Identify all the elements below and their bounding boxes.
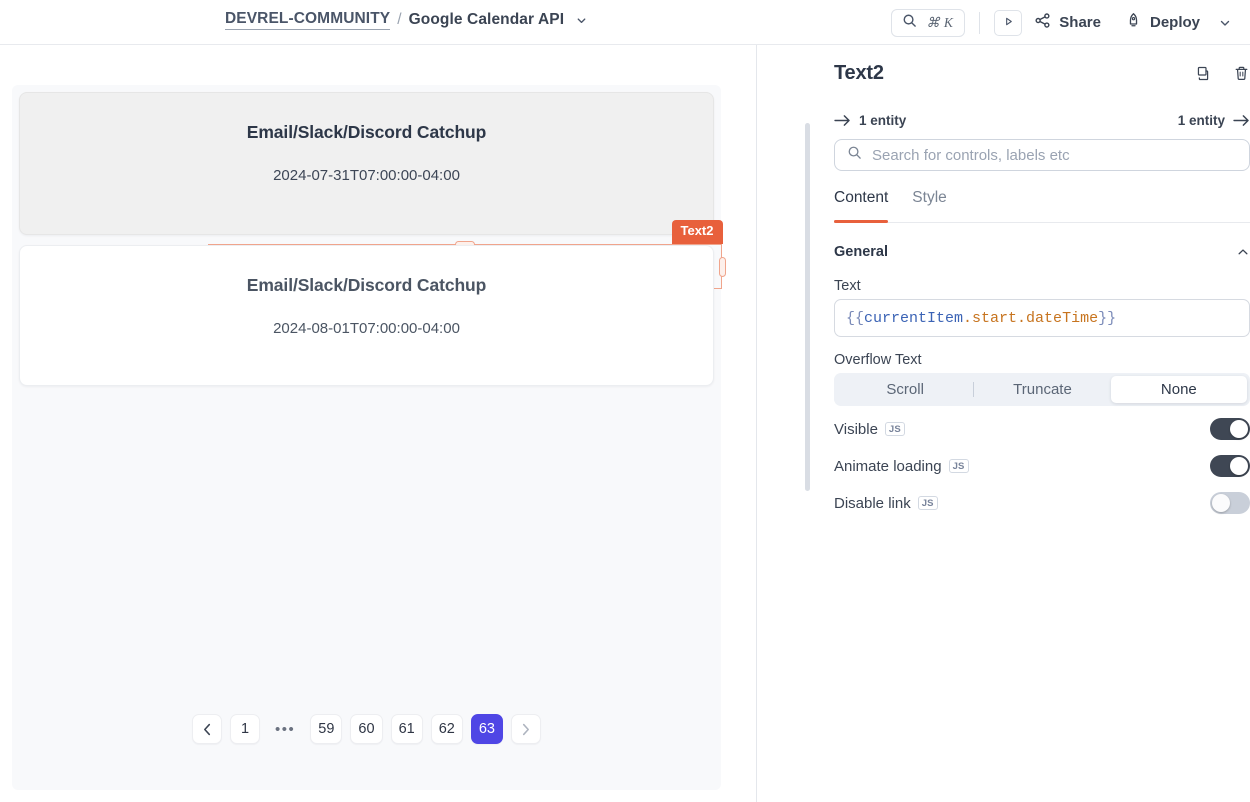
- animate-loading-toggle[interactable]: [1210, 455, 1250, 477]
- pagination-page-1[interactable]: 1: [230, 714, 260, 744]
- pagination-ellipsis: •••: [268, 714, 302, 744]
- incoming-entities-link[interactable]: 1 entity: [834, 113, 906, 128]
- search-button[interactable]: ⌘ K: [891, 9, 965, 37]
- pagination: 1 ••• 59 60 61 62 63: [12, 714, 721, 744]
- panel-scrollbar[interactable]: [805, 123, 810, 491]
- code-path: .start.dateTime: [963, 310, 1098, 327]
- list-item-title: Email/Slack/Discord Catchup: [20, 275, 713, 296]
- toggle-knob: [1230, 420, 1248, 438]
- disable-link-toggle[interactable]: [1210, 492, 1250, 514]
- resize-handle-right[interactable]: [719, 257, 726, 277]
- toolbar-divider: [979, 12, 980, 34]
- visible-label: Visible: [834, 421, 878, 438]
- visible-toggle-row: Visible JS: [834, 415, 1250, 443]
- play-icon: [1003, 14, 1014, 32]
- panel-title: Text2: [834, 62, 884, 85]
- entity-links-row: 1 entity 1 entity: [834, 107, 1250, 133]
- toggle-knob: [1212, 494, 1230, 512]
- top-bar-actions: ⌘ K Share: [891, 0, 1242, 45]
- overflow-option-truncate[interactable]: Truncate: [974, 376, 1110, 403]
- text-code-input[interactable]: {{currentItem.start.dateTime}}: [834, 299, 1250, 337]
- search-input[interactable]: [872, 147, 1237, 164]
- toggle-knob: [1230, 457, 1248, 475]
- tab-style[interactable]: Style: [912, 189, 946, 222]
- search-icon: [902, 13, 917, 33]
- pagination-page-62[interactable]: 62: [431, 714, 463, 744]
- breadcrumb-separator: /: [397, 11, 401, 29]
- overflow-text-label: Overflow Text: [834, 352, 1250, 368]
- text-field-label: Text: [834, 278, 1250, 294]
- animate-loading-toggle-row: Animate loading JS: [834, 452, 1250, 480]
- search-shortcut-label: ⌘ K: [926, 15, 953, 31]
- app-canvas[interactable]: Email/Slack/Discord Catchup 2024-07-31T0…: [0, 45, 757, 802]
- js-badge[interactable]: JS: [918, 496, 938, 510]
- incoming-entities-label: 1 entity: [859, 113, 906, 128]
- share-label: Share: [1059, 14, 1101, 31]
- panel-search-box[interactable]: [834, 139, 1250, 171]
- overflow-option-none[interactable]: None: [1111, 376, 1247, 403]
- share-button[interactable]: Share: [1022, 8, 1113, 38]
- code-close-brace: }}: [1098, 310, 1116, 327]
- list-item-subtitle: 2024-08-01T07:00:00-04:00: [20, 320, 713, 337]
- code-open-brace: {{: [846, 310, 864, 327]
- section-title: General: [834, 244, 888, 260]
- chevron-down-icon[interactable]: [575, 14, 588, 27]
- js-badge[interactable]: JS: [949, 459, 969, 473]
- pagination-next-button[interactable]: [511, 714, 541, 744]
- trash-icon[interactable]: [1233, 65, 1250, 82]
- overflow-option-scroll[interactable]: Scroll: [837, 376, 973, 403]
- search-icon: [847, 145, 862, 165]
- pagination-page-63-active[interactable]: 63: [471, 714, 503, 744]
- deploy-options-caret[interactable]: [1212, 16, 1242, 30]
- section-header-general[interactable]: General: [834, 242, 1250, 262]
- list-item-title: Email/Slack/Discord Catchup: [20, 122, 713, 143]
- deploy-label: Deploy: [1150, 14, 1200, 31]
- breadcrumb-app-name[interactable]: Google Calendar API: [409, 11, 565, 29]
- panel-header: Text2: [834, 45, 1250, 97]
- property-inspector-panel: Text2: [758, 45, 1250, 802]
- pagination-page-59[interactable]: 59: [310, 714, 342, 744]
- disable-link-label: Disable link: [834, 495, 911, 512]
- share-nodes-icon: [1034, 12, 1051, 33]
- list-item[interactable]: Email/Slack/Discord Catchup 2024-08-01T0…: [19, 245, 714, 386]
- chevron-up-icon[interactable]: [1236, 245, 1250, 259]
- list-item-subtitle: 2024-07-31T07:00:00-04:00: [20, 167, 713, 184]
- panel-tabs: Content Style: [834, 189, 1250, 223]
- pagination-page-61[interactable]: 61: [391, 714, 423, 744]
- js-badge[interactable]: JS: [885, 422, 905, 436]
- list-item[interactable]: Email/Slack/Discord Catchup 2024-07-31T0…: [19, 92, 714, 235]
- tab-content[interactable]: Content: [834, 189, 888, 222]
- disable-link-toggle-row: Disable link JS: [834, 489, 1250, 517]
- outgoing-entities-label: 1 entity: [1178, 113, 1225, 128]
- top-bar: DEVREL-COMMUNITY / Google Calendar API ⌘…: [0, 0, 1250, 45]
- overflow-text-segmented-control: Scroll Truncate None: [834, 373, 1250, 406]
- pagination-page-60[interactable]: 60: [350, 714, 382, 744]
- rocket-icon: [1125, 12, 1142, 33]
- list-widget[interactable]: Email/Slack/Discord Catchup 2024-07-31T0…: [12, 85, 721, 790]
- deploy-button[interactable]: Deploy: [1113, 8, 1212, 38]
- code-variable: currentItem: [864, 310, 963, 327]
- breadcrumb-org-link[interactable]: DEVREL-COMMUNITY: [225, 10, 390, 30]
- pagination-prev-button[interactable]: [192, 714, 222, 744]
- preview-play-button[interactable]: [994, 10, 1022, 36]
- visible-toggle[interactable]: [1210, 418, 1250, 440]
- outgoing-entities-link[interactable]: 1 entity: [1178, 113, 1250, 128]
- breadcrumb: DEVREL-COMMUNITY / Google Calendar API: [225, 10, 588, 30]
- duplicate-icon[interactable]: [1194, 65, 1211, 82]
- animate-loading-label: Animate loading: [834, 458, 942, 475]
